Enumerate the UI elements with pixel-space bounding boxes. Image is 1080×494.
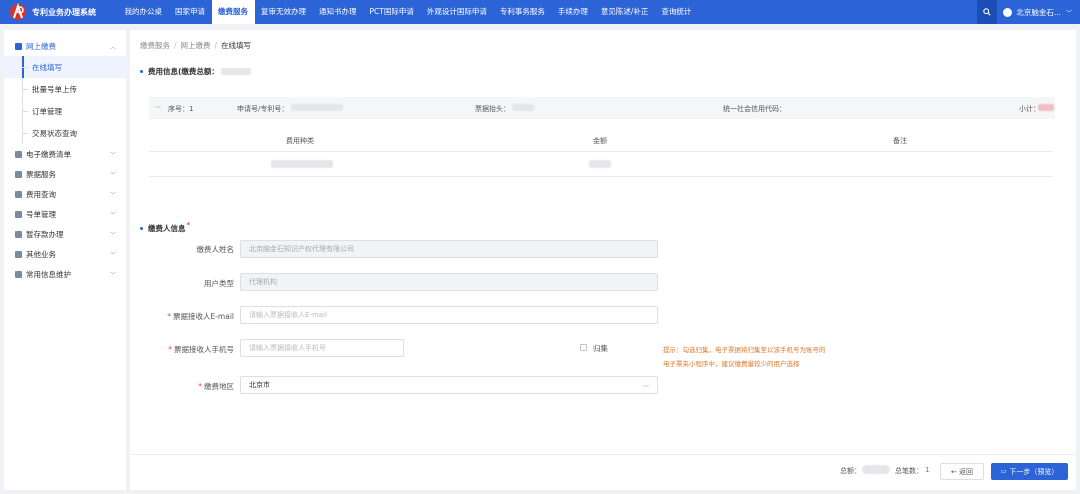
nav-query-stats[interactable]: 查询统计 bbox=[655, 0, 698, 24]
app-logo[interactable]: 专利业务办理系统 bbox=[0, 2, 118, 21]
sidebar-item-online-fill[interactable]: 在线填写 bbox=[4, 56, 126, 78]
sidebar-group-common-info[interactable]: 常用信息维护 ﹀ bbox=[4, 264, 126, 284]
nav-design-international[interactable]: 外观设计国际申请 bbox=[420, 0, 493, 24]
nav-notice[interactable]: 通知书办理 bbox=[313, 0, 364, 24]
main-nav: 我的办公桌 国家申请 缴费服务 复审无效办理 通知书办理 PCT国际申请 外观设… bbox=[118, 0, 698, 24]
other-icon bbox=[15, 250, 22, 258]
user-menu[interactable]: 北京脑金石... ﹀ bbox=[997, 7, 1080, 18]
col-amount: 金额 bbox=[593, 137, 607, 145]
chevron-down-icon: ﹀ bbox=[109, 252, 116, 259]
chevron-down-icon: ﹀ bbox=[109, 172, 116, 179]
region-select[interactable]: 北京市 ﹀ bbox=[240, 376, 658, 394]
phone-label: * 票据接收人手机号 bbox=[168, 345, 234, 354]
bullet-icon bbox=[140, 227, 143, 230]
sidebar-group-e-payment-list[interactable]: 电子缴费清单 ﹀ bbox=[4, 144, 126, 164]
chevron-down-icon: ﹀ bbox=[109, 212, 116, 219]
bullet-icon bbox=[140, 70, 143, 73]
nav-procedures[interactable]: 手续办理 bbox=[551, 0, 594, 24]
email-input[interactable]: 请输入票据接收人E-mail bbox=[240, 306, 658, 324]
info-icon bbox=[15, 270, 22, 278]
app-title: 专利业务办理系统 bbox=[32, 7, 96, 17]
redacted-total bbox=[220, 68, 251, 75]
fee-row-app-no-label: 申请号/专利号： bbox=[237, 105, 289, 113]
sidebar-item-trade-status[interactable]: 交易状态查询 bbox=[4, 122, 126, 144]
redacted-fee-type bbox=[271, 160, 333, 168]
user-type-input[interactable]: 代理机构 bbox=[240, 273, 658, 291]
sidebar-group-fee-query[interactable]: 费用查询 ﹀ bbox=[4, 184, 126, 204]
fee-item-row[interactable]: ﹀ 序号：1 申请号/专利号： 票据抬头： 统一社会信用代码： 小计： bbox=[149, 97, 1055, 119]
sidebar-group-other[interactable]: 其他业务 ﹀ bbox=[4, 244, 126, 264]
number-icon bbox=[15, 210, 22, 218]
chevron-down-icon: ﹀ bbox=[109, 152, 116, 159]
list-icon bbox=[15, 150, 22, 158]
chevron-down-icon: ﹀ bbox=[642, 385, 649, 392]
total-label: 总额： bbox=[840, 467, 861, 475]
payer-name-input[interactable]: 北京脑金石知识产权代理有限公司 bbox=[240, 240, 658, 258]
deposit-icon bbox=[15, 230, 22, 238]
nav-pct[interactable]: PCT国际申请 bbox=[363, 0, 420, 24]
merge-label[interactable]: 归集 bbox=[593, 343, 608, 354]
chevron-up-icon: ︿ bbox=[109, 44, 116, 51]
email-label: * 票据接收人E-mail bbox=[167, 312, 234, 321]
redacted-amount bbox=[589, 160, 611, 168]
next-preview-button[interactable]: ▭ 下一步（预览） bbox=[991, 463, 1068, 480]
sidebar-group-label: 网上缴费 bbox=[26, 41, 56, 51]
chevron-down-icon: ﹀ bbox=[109, 272, 116, 279]
region-label: * 缴费地区 bbox=[198, 382, 234, 391]
phone-input[interactable]: 请输入票据接收人手机号 bbox=[240, 339, 404, 357]
nav-opinion[interactable]: 意见陈述/补正 bbox=[594, 0, 655, 24]
back-button[interactable]: ← 返回 bbox=[940, 463, 984, 480]
footer-bar: 总额： 总笔数： 1 ← 返回 ▭ 下一步（预览） bbox=[130, 454, 1076, 490]
expand-chevron-icon[interactable]: ﹀ bbox=[155, 104, 161, 113]
redacted-subtotal bbox=[1038, 104, 1054, 111]
col-fee-type: 费用种类 bbox=[286, 137, 314, 145]
redacted-app-no bbox=[291, 104, 343, 111]
query-icon bbox=[15, 190, 22, 198]
count-label: 总笔数： bbox=[895, 467, 923, 475]
breadcrumb-payment-service[interactable]: 缴费服务 bbox=[140, 41, 170, 50]
fee-row-subtotal-label: 小计： bbox=[1019, 105, 1040, 113]
payer-info-title: 缴费人信息 * bbox=[140, 221, 190, 234]
merge-hint: 提示：勾选归集，电子票据将归集至以该手机号为账号的 电子票夹小程序中，建议缴费量… bbox=[663, 346, 826, 368]
redacted-total-amount bbox=[862, 465, 890, 474]
count-value: 1 bbox=[925, 466, 930, 474]
fee-row-invoice-label: 票据抬头： bbox=[475, 105, 510, 113]
user-avatar-icon bbox=[1003, 7, 1013, 17]
sidebar-group-number-manage[interactable]: 号单管理 ﹀ bbox=[4, 204, 126, 224]
breadcrumb-current: 在线填写 bbox=[221, 41, 252, 50]
user-type-label: 用户类型 bbox=[204, 279, 234, 288]
search-button[interactable] bbox=[977, 0, 998, 24]
invoice-icon bbox=[15, 170, 22, 178]
chevron-down-icon: ﹀ bbox=[1065, 9, 1072, 17]
sidebar-group-deposit[interactable]: 暂存款办理 ﹀ bbox=[4, 224, 126, 244]
chevron-down-icon: ﹀ bbox=[109, 192, 116, 199]
sidebar-item-order-manage[interactable]: 订单管理 bbox=[4, 100, 126, 122]
search-icon bbox=[983, 8, 991, 16]
sidebar-group-online-payment[interactable]: 网上缴费 ︿ bbox=[4, 36, 126, 56]
sidebar-item-batch-upload[interactable]: 批量号单上传 bbox=[4, 78, 126, 100]
fee-row-seq: 序号：1 bbox=[168, 105, 194, 113]
redacted-invoice bbox=[512, 104, 534, 111]
merge-checkbox[interactable] bbox=[580, 344, 587, 351]
top-nav-bar: 专利业务办理系统 我的办公桌 国家申请 缴费服务 复审无效办理 通知书办理 PC… bbox=[0, 0, 1080, 24]
nav-payment-service[interactable]: 缴费服务 bbox=[211, 0, 255, 24]
sidebar: 网上缴费 ︿ 在线填写 批量号单上传 订单管理 交易状态查询 电子缴费清单 ﹀ … bbox=[4, 30, 126, 490]
main-content: 缴费服务 / 网上缴费 / 在线填写 费用信息(缴费总额： ﹀ 序号：1 申请号/专利号… bbox=[130, 30, 1076, 490]
chevron-down-icon: ﹀ bbox=[109, 232, 116, 239]
nav-my-desk[interactable]: 我的办公桌 bbox=[118, 0, 169, 24]
nav-reexamination[interactable]: 复审无效办理 bbox=[255, 0, 313, 24]
nav-national-application[interactable]: 国家申请 bbox=[169, 0, 212, 24]
user-name: 北京脑金石... bbox=[1016, 7, 1061, 17]
nav-patent-affairs[interactable]: 专利事务服务 bbox=[493, 0, 551, 24]
payer-name-label: 缴费人姓名 bbox=[196, 245, 235, 254]
fee-row-credit-code-label: 统一社会信用代码： bbox=[723, 105, 786, 113]
logo-icon bbox=[8, 2, 28, 21]
payment-icon bbox=[15, 42, 22, 50]
breadcrumb-online-payment[interactable]: 网上缴费 bbox=[181, 41, 211, 50]
arrow-right-icon: ▭ bbox=[1000, 468, 1007, 475]
breadcrumb: 缴费服务 / 网上缴费 / 在线填写 bbox=[140, 41, 252, 50]
col-remark: 备注 bbox=[893, 137, 907, 145]
fee-info-title: 费用信息(缴费总额： bbox=[140, 66, 251, 77]
sidebar-group-invoice[interactable]: 票据服务 ﹀ bbox=[4, 164, 126, 184]
